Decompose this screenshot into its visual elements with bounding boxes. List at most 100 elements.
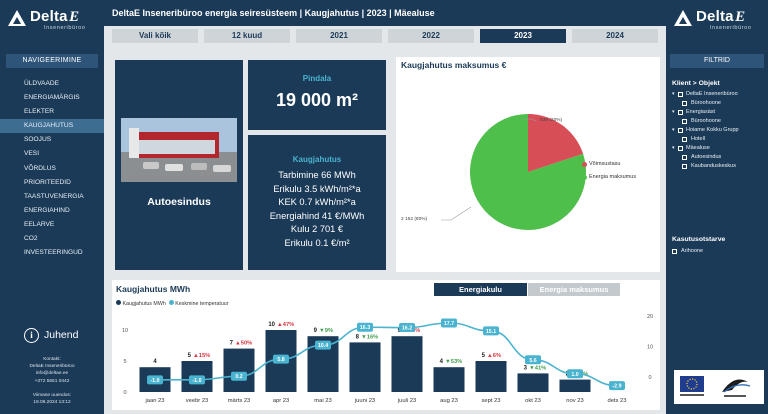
building-panel: Autoesindus	[115, 60, 243, 270]
checkbox-icon[interactable]	[682, 164, 687, 169]
year-tab-2023[interactable]: 2023	[480, 29, 566, 43]
nav-header: NAVIGEERIMINE	[6, 54, 98, 68]
nav-item--ldvaade[interactable]: ÜLDVAADE	[0, 77, 104, 91]
brand-name: Delta	[696, 8, 734, 25]
legend-item-capacity[interactable]: Võimsustasu	[582, 161, 621, 167]
filter-object-label: Büroohoone	[691, 118, 721, 124]
pie-slice-label-energy: 2 162 (80%)	[401, 217, 428, 222]
collapse-icon[interactable]: ▾	[672, 127, 675, 133]
nav-item-energiahind[interactable]: ENERGIAHIND	[0, 204, 104, 218]
nav-item-energiam-rgis[interactable]: ENERGIAMÄRGIS	[0, 91, 104, 105]
x-tick-label: juuni 23	[354, 398, 375, 404]
bar-value-label: 3	[524, 365, 528, 371]
checkbox-icon[interactable]	[682, 119, 687, 124]
y-tick-right: 20	[647, 314, 653, 320]
nav-item-prioriteedid[interactable]: PRIORITEEDID	[0, 176, 104, 190]
x-tick-label: apr 23	[273, 398, 289, 404]
x-tick-label: veebr 23	[186, 398, 209, 404]
filters-header: FILTRID	[670, 54, 764, 68]
bar-change-label: ▲15%	[193, 353, 210, 359]
temperature-label: 5.6	[529, 358, 536, 364]
nav-item-soojus[interactable]: SOOJUS	[0, 133, 104, 147]
building-name: Autoesindus	[147, 196, 211, 208]
x-tick-label: aug 23	[440, 398, 458, 404]
eu-funding-logos	[674, 370, 764, 404]
last-updated-value: 19.08.2024 13:12	[33, 400, 71, 405]
contact-email[interactable]: info@deltae.ee	[0, 370, 104, 377]
legend-dot-icon	[582, 175, 587, 180]
pie-slice-label-capacity: 539 (20%)	[540, 118, 563, 123]
temperature-label: -2.9	[612, 384, 621, 390]
brand-logo[interactable]: Delta E Inseneribüroo	[8, 8, 98, 36]
year-tab-2021[interactable]: 2021	[296, 29, 382, 43]
bar-sept-23[interactable]	[475, 361, 507, 392]
brand-name-suffix: E	[735, 9, 746, 25]
bar-aug-23[interactable]	[433, 367, 465, 392]
y-tick-right: 10	[647, 344, 653, 350]
nav-item-kaugjahutus[interactable]: KAUGJAHUTUS	[0, 119, 104, 134]
nav-item-co2[interactable]: CO2	[0, 232, 104, 246]
nav-item-taastuvenergia[interactable]: TAASTUVENERGIA	[0, 190, 104, 204]
year-tab-2022[interactable]: 2022	[388, 29, 474, 43]
cooling-metrics: Tarbimine 66 MWh Erikulu 3.5 kWh/m²*a KEK …	[248, 169, 386, 250]
cooling-summary-panel: Kaugjahutus Tarbimine 66 MWh Erikulu 3.5 …	[248, 135, 386, 270]
x-tick-label: mai 23	[314, 398, 331, 404]
bar-märts-23[interactable]	[223, 348, 255, 392]
year-tab-vali-k-ik[interactable]: Vali kõik	[112, 29, 198, 43]
checkbox-icon[interactable]	[682, 101, 687, 106]
year-filter-tabs: Vali kõik 12 kuud 2021 2022 2023 2024	[112, 29, 664, 43]
cooling-metric-line: Energiahind 41 €/MWh	[269, 210, 365, 221]
checkbox-icon[interactable]	[682, 155, 687, 160]
nav-item-eelarve[interactable]: EELARVE	[0, 218, 104, 232]
filter-client-label: Hoiame Kokku Grupp	[686, 127, 739, 133]
client-object-filter-title: Klient > Objekt	[672, 80, 720, 87]
bar-change-label: ▼41%	[529, 365, 546, 371]
y-tick-left: 10	[122, 328, 128, 334]
nav-item-v-rdlus[interactable]: VÕRDLUS	[0, 162, 104, 176]
help-link[interactable]: i Juhend	[24, 328, 94, 344]
contact-info: Kontakt: DeltaE Inseneribüroo info@delta…	[0, 356, 104, 385]
nav-item-vesi[interactable]: VESI	[0, 147, 104, 161]
checkbox-icon[interactable]	[672, 249, 677, 254]
checkbox-icon[interactable]	[678, 110, 683, 115]
checkbox-icon[interactable]	[678, 128, 683, 133]
bar-nov-23[interactable]	[559, 379, 591, 392]
collapse-icon[interactable]: ▾	[672, 109, 675, 115]
bar-juuni-23[interactable]	[349, 342, 381, 392]
x-tick-label: okt 23	[525, 398, 541, 404]
building-photo	[121, 118, 237, 182]
filter-object-label: Büroohoone	[691, 100, 721, 106]
bar-okt-23[interactable]	[517, 373, 549, 392]
x-tick-label: sept 23	[481, 398, 500, 404]
monthly-chart-panel: Kaugjahutus MWh Kaugjahutus MWh Keskmine…	[112, 280, 660, 410]
bar-value-label: 7	[230, 341, 234, 347]
checkbox-icon[interactable]	[682, 137, 687, 142]
x-tick-label: nov 23	[566, 398, 583, 404]
checkbox-icon[interactable]	[678, 146, 683, 151]
filter-client-label: Energiasäst	[686, 109, 716, 115]
legend-label: Võimsustasu	[589, 161, 621, 167]
brand-logo-right[interactable]: Delta E Inseneribüroo	[674, 8, 764, 36]
nav-item-elekter[interactable]: ELEKTER	[0, 105, 104, 119]
nav-item-investeeringud[interactable]: INVESTEERINGUD	[0, 246, 104, 260]
collapse-icon[interactable]: ▾	[672, 145, 675, 151]
bar-juuli-23[interactable]	[391, 336, 423, 392]
year-tab-12-kuud[interactable]: 12 kuud	[204, 29, 290, 43]
contact-title: Kontakt:	[43, 357, 61, 362]
temperature-label: 16.3	[360, 325, 370, 331]
collapse-icon[interactable]: ▾	[672, 91, 675, 97]
y-tick-right: 0	[648, 375, 651, 381]
contact-company: DeltaE Inseneribüroo	[29, 364, 75, 370]
legend-dot-icon	[582, 162, 587, 167]
bar-value-label: 4	[440, 359, 444, 365]
logo-triangle-icon	[674, 10, 692, 26]
area-panel: Pindala 19 000 m²	[248, 60, 386, 130]
last-updated-label: Viimane uuendus:	[32, 393, 72, 398]
checkbox-icon[interactable]	[678, 92, 683, 97]
contact-phone: +372 5551 0442	[34, 378, 70, 384]
year-tab-2024[interactable]: 2024	[572, 29, 658, 43]
cooling-label: Kaugjahutus	[292, 155, 342, 164]
legend-item-energy[interactable]: Energia maksumus	[582, 174, 636, 180]
usage-option-label: Arihoone	[681, 248, 704, 254]
left-sidebar: Delta E Inseneribüroo NAVIGEERIMINE ÜLDV…	[0, 0, 104, 414]
